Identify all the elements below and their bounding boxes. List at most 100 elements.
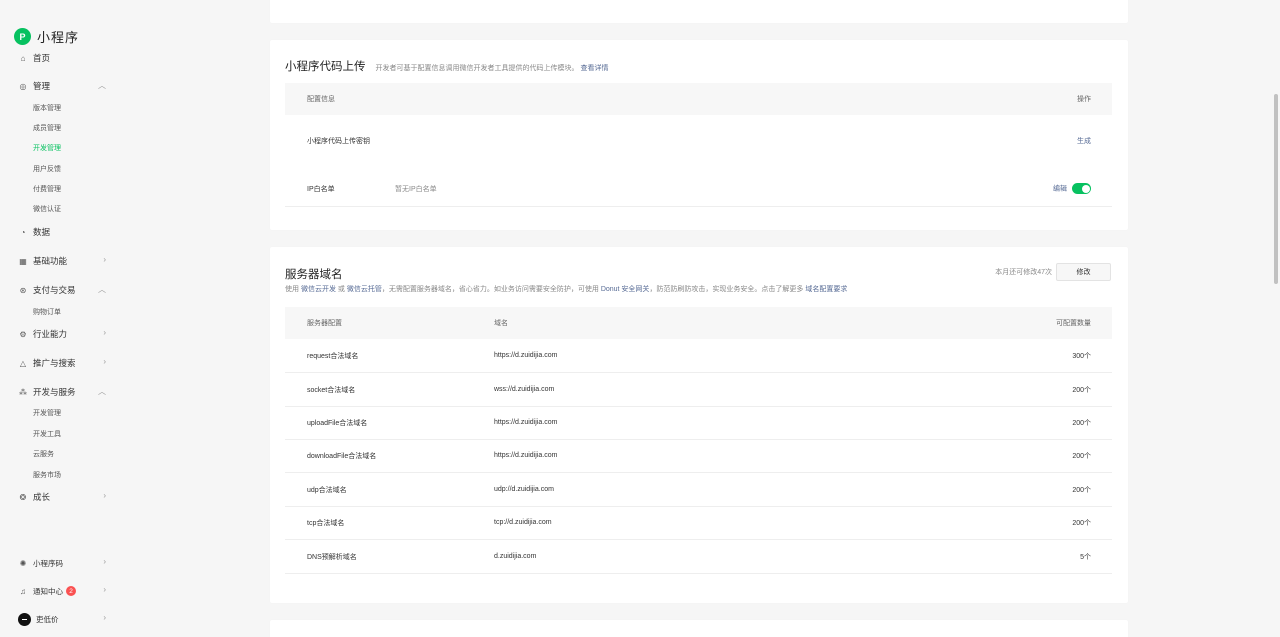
table-row: DNS预解析域名 d.zuidijia.com 5个 — [285, 540, 1112, 574]
sidebar-subitem-members[interactable]: 成员管理 — [33, 122, 61, 134]
chevron-right-icon: › — [103, 255, 106, 264]
desc-text: 使用 — [285, 286, 299, 293]
sidebar-item-dev[interactable]: ⁂ 开发与服务 ︿ — [18, 385, 108, 399]
donut-gateway-link[interactable]: Donut 安全网关 — [601, 286, 650, 293]
desc-text: 或 — [337, 286, 345, 293]
domain-type: udp合法域名 — [307, 486, 347, 494]
sun-code-icon: ✺ — [19, 558, 27, 568]
config-label: 小程序代码上传密钥 — [307, 138, 370, 145]
sidebar-item-label: 数据 — [33, 227, 51, 237]
sidebar-item-qrcode[interactable]: ✺ 小程序码 › — [18, 556, 108, 570]
domain-type: downloadFile合法域名 — [307, 452, 377, 460]
edit-link[interactable]: 编辑 — [1053, 185, 1067, 192]
table-header: 服务器配置 域名 可配置数量 — [285, 307, 1112, 339]
table-row: downloadFile合法域名 https://d.zuidijia.com … — [285, 439, 1112, 473]
sidebar-item-label: 成长 — [33, 492, 51, 502]
home-icon: ⌂ — [20, 53, 26, 63]
chart-icon: ◔ — [20, 227, 26, 237]
sidebar-item-basic[interactable]: ▦ 基础功能 › — [18, 254, 108, 268]
domain-type: tcp合法域名 — [307, 519, 345, 527]
sidebar-item-data[interactable]: ◔ 数据 — [18, 225, 108, 239]
cloud-dev-link[interactable]: 微信云开发 — [301, 286, 336, 293]
domain-value: tcp://d.zuidijia.com — [494, 519, 552, 526]
domain-value: https://d.zuidijia.com — [494, 452, 558, 459]
app-logo[interactable]: P 小程序 — [14, 27, 79, 46]
domain-value: d.zuidijia.com — [494, 553, 537, 560]
section-title: 服务器域名 — [285, 269, 343, 281]
domain-type: request合法域名 — [307, 352, 359, 360]
notification-badge: 2 — [66, 586, 76, 596]
sidebar-item-home[interactable]: ⌂ 首页 — [18, 51, 108, 65]
settings-icon: ◎ — [19, 81, 27, 91]
chevron-right-icon: › — [103, 357, 106, 366]
sidebar-item-label: 小程序码 — [33, 558, 63, 568]
domain-requirements-link[interactable]: 域名配置要求 — [805, 286, 847, 293]
sidebar-item-label: 通知中心 — [33, 586, 63, 596]
previous-section-card — [270, 0, 1128, 23]
sidebar-subitem-payment[interactable]: 付费管理 — [33, 183, 61, 195]
sidebar-subitem-dev-manage[interactable]: 开发管理 — [33, 142, 61, 154]
domain-value: https://d.zuidijia.com — [494, 352, 558, 359]
promotion-icon: △ — [19, 358, 27, 368]
bell-icon: ♫ — [20, 586, 26, 596]
developer-icon: ⁂ — [19, 387, 27, 397]
chevron-right-icon: › — [103, 585, 106, 594]
sidebar-subitem-verify[interactable]: 微信认证 — [33, 203, 61, 215]
sidebar-item-label: 行业能力 — [33, 329, 68, 339]
sidebar-subitem-cloud[interactable]: 云服务 — [33, 448, 54, 460]
table-row: request合法域名 https://d.zuidijia.com 300个 — [285, 339, 1112, 373]
sidebar-item-label: 基础功能 — [33, 256, 68, 266]
column-header: 服务器配置 — [307, 320, 342, 327]
sidebar-item-label: 管理 — [33, 81, 51, 91]
domain-type: DNS预解析域名 — [307, 553, 357, 561]
sidebar-item-industry[interactable]: ⚙ 行业能力 › — [18, 327, 108, 341]
config-label: IP白名单 — [307, 185, 335, 193]
table-row: 小程序代码上传密钥 生成 — [285, 123, 1112, 159]
sidebar-item-user[interactable]: 吏低价 › — [18, 612, 108, 626]
avatar — [18, 612, 31, 626]
sidebar-subitem-dev-tools[interactable]: 开发工具 — [33, 428, 61, 440]
sidebar-item-notice[interactable]: ♫ 通知中心 2 › — [18, 584, 108, 598]
sidebar-item-manage[interactable]: ◎ 管理 ︿ — [18, 79, 108, 93]
sidebar-subitem-market[interactable]: 服务市场 — [33, 469, 61, 481]
domain-type: uploadFile合法域名 — [307, 419, 368, 427]
chevron-up-icon: ︿ — [98, 387, 106, 396]
chevron-right-icon: › — [103, 491, 106, 500]
domain-value: wss://d.zuidijia.com — [494, 386, 555, 393]
section-description: 开发者可基于配置信息调用微信开发者工具提供的代码上传模块。 — [375, 65, 579, 72]
chevron-right-icon: › — [103, 613, 106, 622]
domain-value: https://d.zuidijia.com — [494, 419, 558, 426]
column-header: 操作 — [1077, 96, 1091, 103]
sidebar-subitem-orders[interactable]: 购物订单 — [33, 306, 61, 318]
domain-type: socket合法域名 — [307, 386, 356, 394]
table-row: uploadFile合法域名 https://d.zuidijia.com 20… — [285, 406, 1112, 440]
growth-icon: ❂ — [19, 492, 27, 502]
ip-whitelist-value: 暂无IP白名单 — [395, 185, 437, 193]
generate-key-link[interactable]: 生成 — [1077, 136, 1091, 146]
sidebar-item-label: 支付与交易 — [33, 285, 76, 295]
modify-quota-text: 本月还可修改47次 — [995, 269, 1052, 276]
column-header: 配置信息 — [307, 96, 335, 103]
industry-icon: ⚙ — [19, 329, 27, 339]
sidebar-subitem-feedback[interactable]: 用户反馈 — [33, 163, 61, 175]
cloud-host-link[interactable]: 微信云托管 — [347, 286, 382, 293]
server-domain-card: 服务器域名 本月还可修改47次 修改 使用 微信云开发 或 微信云托管，无需配置… — [270, 247, 1128, 603]
domain-count: 5个 — [1080, 553, 1091, 561]
modify-button[interactable]: 修改 — [1056, 263, 1111, 281]
section-header: 小程序代码上传 开发者可基于配置信息调用微信开发者工具提供的代码上传模块。 查看详情 — [285, 58, 609, 74]
ip-whitelist-toggle[interactable] — [1072, 183, 1091, 194]
column-header: 可配置数量 — [1056, 320, 1091, 327]
domain-count: 300个 — [1072, 352, 1091, 360]
payment-icon: ⊛ — [19, 285, 27, 295]
sidebar-item-promo[interactable]: △ 推广与搜索 › — [18, 356, 108, 370]
view-details-link[interactable]: 查看详情 — [581, 65, 609, 72]
section-title: 小程序代码上传 — [285, 61, 366, 73]
sidebar-subitem-version[interactable]: 版本管理 — [33, 102, 61, 114]
table-row: IP白名单 暂无IP白名单 编辑 — [285, 171, 1112, 207]
ip-whitelist-actions: 编辑 — [1053, 183, 1091, 194]
page-scrollbar[interactable] — [1274, 94, 1278, 284]
sidebar-item-pay[interactable]: ⊛ 支付与交易 ︿ — [18, 283, 108, 297]
table-header: 配置信息 操作 — [285, 83, 1112, 115]
sidebar-item-growth[interactable]: ❂ 成长 › — [18, 490, 108, 504]
sidebar-subitem-dev-manage-2[interactable]: 开发管理 — [33, 407, 61, 419]
